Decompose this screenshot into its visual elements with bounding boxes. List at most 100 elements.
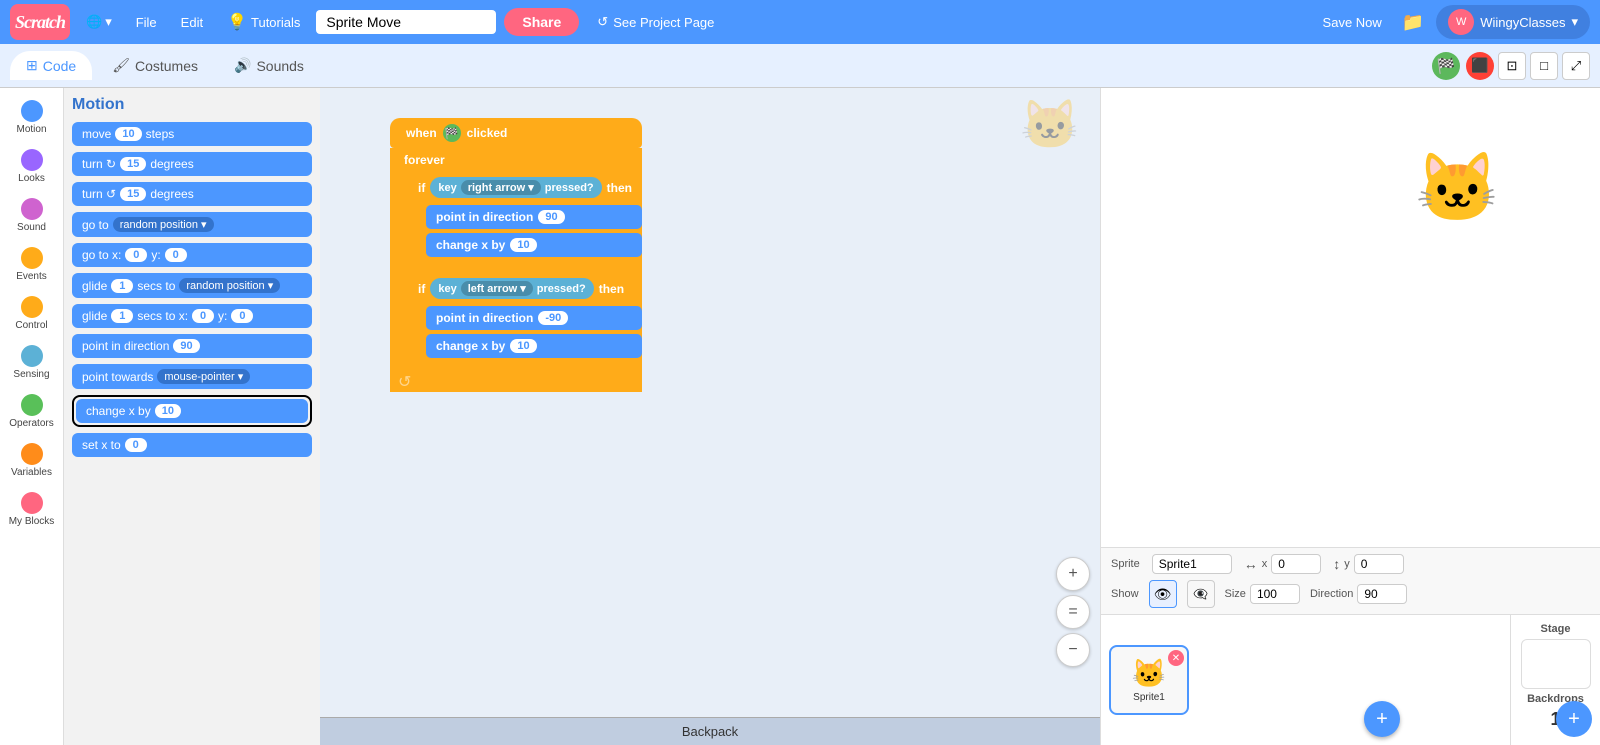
block-go-to-xy[interactable]: go to x: 0 y: 0 — [72, 243, 312, 267]
show-hidden-button[interactable]: 👁‍🗨 — [1187, 580, 1215, 608]
sprite-thumb-image: 🐱 — [1132, 657, 1167, 690]
code-area: 🐱 when 🏁 clicked forever — [320, 88, 1100, 745]
tabs-bar: ⊞ Code 🖌 Costumes 🔊 Sounds 🏁 ⬛ ⊡ □ ⤢ — [0, 44, 1600, 88]
sensing-dot — [21, 345, 43, 367]
size-input[interactable] — [1250, 584, 1300, 604]
block-glide-random[interactable]: glide 1 secs to random position ▾ — [72, 273, 312, 298]
right-panel: 🐱 Sprite ↔ x ↕ y Show 👁 — [1100, 88, 1600, 745]
backpack-bar[interactable]: Backpack — [320, 717, 1100, 745]
right-arrow-dropdown[interactable]: right arrow ▾ — [461, 180, 541, 195]
scratch-logo[interactable]: Scratch — [10, 4, 70, 40]
if2-condition[interactable]: key left arrow ▾ pressed? — [430, 278, 593, 299]
refresh-icon: ↺ — [597, 14, 608, 30]
add-sprite-button[interactable]: + — [1364, 701, 1400, 737]
tab-code[interactable]: ⊞ Code — [10, 51, 92, 80]
if1-condition[interactable]: key right arrow ▾ pressed? — [430, 177, 601, 198]
language-button[interactable]: 🌐 ▾ — [78, 10, 120, 34]
block-set-x[interactable]: set x to 0 — [72, 433, 312, 457]
tab-sounds[interactable]: 🔊 Sounds — [218, 51, 320, 80]
forever-body: if key right arrow ▾ pressed? then — [408, 172, 642, 372]
size-group: Size — [1225, 584, 1300, 604]
operators-dot — [21, 394, 43, 416]
y-coord-input[interactable] — [1354, 554, 1404, 574]
globe-icon: 🌐 — [86, 14, 102, 30]
category-operators[interactable]: Operators — [2, 388, 62, 435]
block-point-towards[interactable]: point towards mouse-pointer ▾ — [72, 364, 312, 389]
category-looks[interactable]: Looks — [2, 143, 62, 190]
if1-point-direction[interactable]: point in direction 90 — [426, 205, 642, 229]
folder-icon[interactable]: 📁 — [1398, 8, 1428, 37]
hat-block[interactable]: when 🏁 clicked — [390, 118, 642, 148]
block-point-direction[interactable]: point in direction 90 — [72, 334, 312, 358]
category-sensing[interactable]: Sensing — [2, 339, 62, 386]
file-menu[interactable]: File — [128, 11, 165, 34]
code-canvas[interactable]: 🐱 when 🏁 clicked forever — [320, 88, 1100, 717]
backdrops-panel: Stage Backdrops 1 + — [1510, 615, 1600, 745]
category-variables[interactable]: Variables — [2, 437, 62, 484]
fullscreen-button[interactable]: ⤢ — [1562, 52, 1590, 80]
bottom-sprite-area: ✕ 🐱 Sprite1 + Stage Backdrops 1 + — [1101, 615, 1600, 745]
user-chevron-icon: ▾ — [1571, 14, 1578, 30]
x-coord-input[interactable] — [1271, 554, 1321, 574]
looks-dot — [21, 149, 43, 171]
category-sound[interactable]: Sound — [2, 192, 62, 239]
brush-icon: 🖌 — [112, 57, 130, 74]
tutorials-menu[interactable]: 💡 Tutorials — [219, 8, 308, 36]
variables-dot — [21, 443, 43, 465]
block-glide-xy[interactable]: glide 1 secs to x: 0 y: 0 — [72, 304, 312, 328]
category-sidebar: Motion Looks Sound Events Control Sensin… — [0, 88, 64, 745]
if2-change-x[interactable]: change x by 10 — [426, 334, 642, 358]
speaker-icon: 🔊 — [234, 57, 251, 74]
if2-header: if key left arrow ▾ pressed? then — [408, 273, 642, 304]
small-stage-button[interactable]: ⊡ — [1498, 52, 1526, 80]
myblocks-dot — [21, 492, 43, 514]
stage-thumbnail[interactable] — [1521, 639, 1591, 689]
large-stage-button[interactable]: □ — [1530, 52, 1558, 80]
if1-body: point in direction 90 change x by 10 — [426, 203, 642, 261]
block-turn-cw[interactable]: turn ↻ 15 degrees — [72, 152, 312, 176]
green-flag-button[interactable]: 🏁 — [1432, 52, 1460, 80]
user-menu-button[interactable]: W WiingyClasses ▾ — [1436, 5, 1590, 39]
add-stage-button[interactable]: + — [1556, 701, 1592, 737]
if2-end-cap — [408, 362, 642, 372]
sprite-thumb-sprite1[interactable]: ✕ 🐱 Sprite1 — [1109, 645, 1189, 715]
cat-sprite-in-stage[interactable]: 🐱 — [1415, 148, 1500, 228]
category-events[interactable]: Events — [2, 241, 62, 288]
block-change-x[interactable]: change x by 10 — [76, 399, 308, 423]
flag-icon-in-block: 🏁 — [443, 124, 461, 142]
y-coord-group: ↕ y — [1333, 554, 1404, 574]
project-name-input[interactable] — [316, 10, 496, 34]
left-arrow-dropdown[interactable]: left arrow ▾ — [461, 281, 533, 296]
category-motion[interactable]: Motion — [2, 94, 62, 141]
if2-body: point in direction -90 change x by 10 — [426, 304, 642, 362]
tab-costumes[interactable]: 🖌 Costumes — [96, 51, 214, 80]
block-go-to[interactable]: go to random position ▾ — [72, 212, 312, 237]
see-project-button[interactable]: ↺ See Project Page — [587, 10, 724, 34]
direction-input[interactable] — [1357, 584, 1407, 604]
sprite-list: ✕ 🐱 Sprite1 + — [1101, 615, 1510, 745]
block-turn-ccw[interactable]: turn ↺ 15 degrees — [72, 182, 312, 206]
category-myblocks[interactable]: My Blocks — [2, 486, 62, 533]
block-move-steps[interactable]: move 10 steps — [72, 122, 312, 146]
if1-end-cap — [408, 261, 642, 271]
category-control[interactable]: Control — [2, 290, 62, 337]
share-button[interactable]: Share — [504, 8, 579, 36]
save-now-button[interactable]: Save Now — [1315, 11, 1390, 34]
sprite-name-input[interactable] — [1152, 554, 1232, 574]
zoom-out-button[interactable]: − — [1056, 633, 1090, 667]
svg-text:Scratch: Scratch — [14, 12, 65, 32]
x-arrow-icon: ↔ — [1244, 556, 1258, 572]
stage-size-controls: ⊡ □ ⤢ — [1498, 52, 1590, 80]
show-visible-button[interactable]: 👁 — [1149, 580, 1177, 608]
edit-menu[interactable]: Edit — [173, 11, 211, 34]
stop-button[interactable]: ⬛ — [1466, 52, 1494, 80]
stage-area: 🐱 — [1101, 88, 1600, 548]
if2-point-direction[interactable]: point in direction -90 — [426, 306, 642, 330]
zoom-in-button[interactable]: + — [1056, 557, 1090, 591]
sprite-delete-button[interactable]: ✕ — [1168, 650, 1184, 666]
if1-change-x[interactable]: change x by 10 — [426, 233, 642, 257]
user-avatar: W — [1448, 9, 1474, 35]
left-panel: Motion Looks Sound Events Control Sensin… — [0, 88, 320, 745]
zoom-reset-button[interactable]: = — [1056, 595, 1090, 629]
flag-stop-controls: 🏁 ⬛ — [1432, 52, 1494, 80]
